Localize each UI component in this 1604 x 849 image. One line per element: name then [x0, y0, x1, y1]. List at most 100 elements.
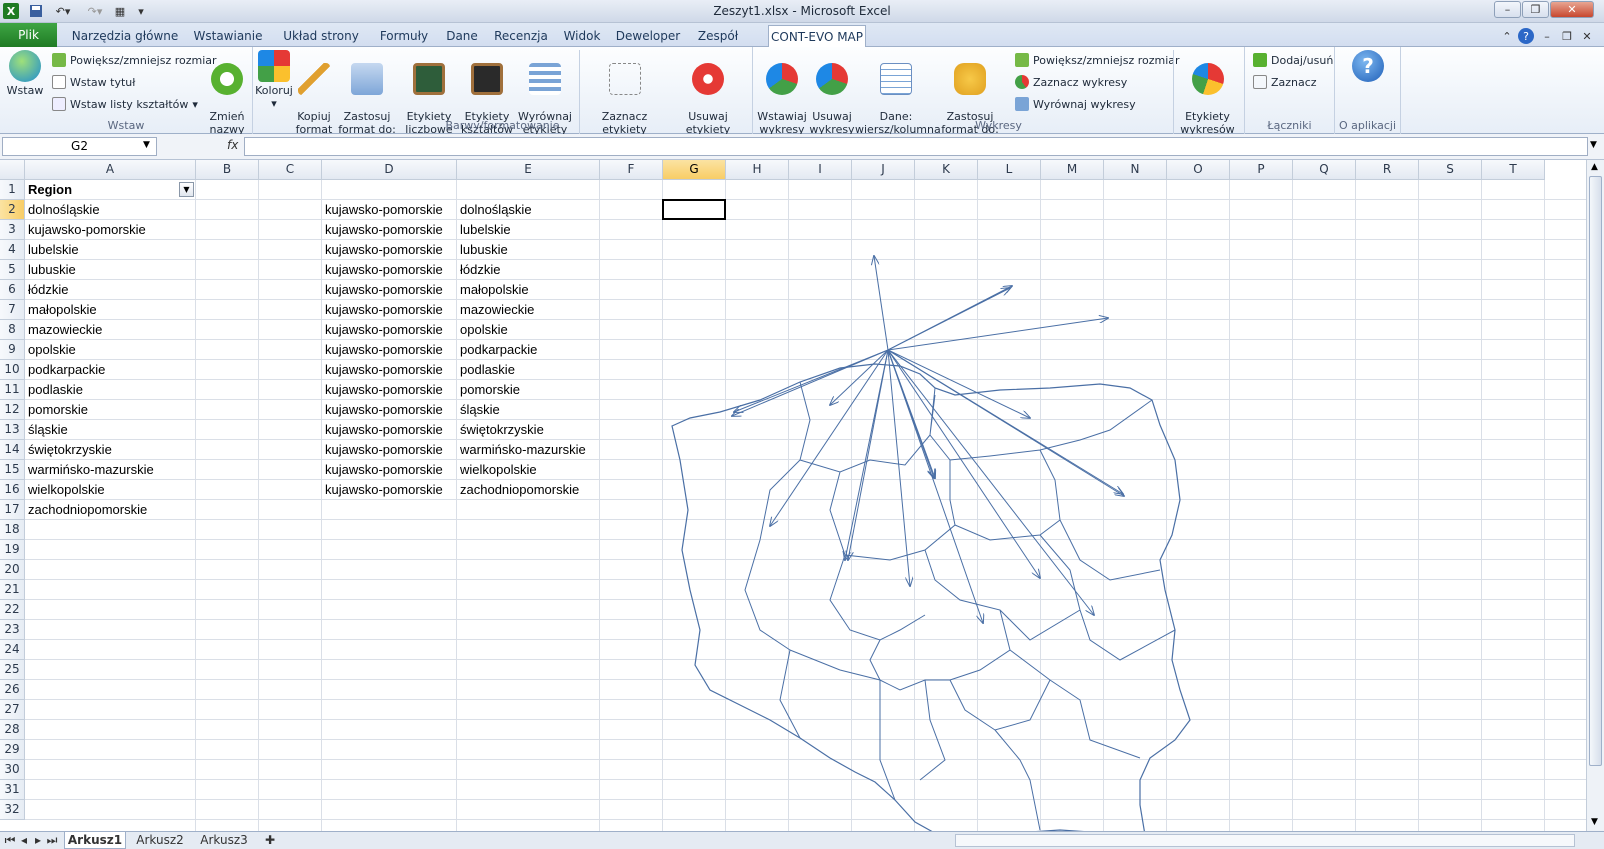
brush-icon [298, 63, 330, 95]
group-label-laczniki: Łączniki [1267, 119, 1312, 132]
expand-formula-icon[interactable]: ▼ [1590, 140, 1597, 150]
flow-arrow [887, 318, 1108, 351]
region-borders [744, 381, 1176, 831]
align-charts-button[interactable]: Wyrównaj wykresy [1015, 95, 1136, 113]
tab-cont-evo-map[interactable]: CONT-EVO MAP [768, 25, 866, 48]
scroll-up-icon[interactable]: ▲ [1591, 162, 1598, 172]
poland-flow-map[interactable] [0, 160, 1586, 831]
tab-view[interactable]: Widok [556, 25, 608, 47]
sheet-tab-bar: ⏮ ◂ ▸ ⏭ Arkusz1 Arkusz2 Arkusz3 ✚ [0, 831, 1604, 849]
select-connector-button[interactable]: Zaznacz [1253, 73, 1317, 91]
sheet-nav-last-icon[interactable]: ⏭ [46, 832, 58, 849]
sheet-tab-arkusz2[interactable]: Arkusz2 [130, 832, 190, 849]
help-icon[interactable]: ? [1518, 28, 1534, 44]
chart-resize-label: Powiększ/zmniejsz rozmiar [1033, 53, 1180, 67]
formula-bar: G2 ▼ fx ▼ [0, 134, 1604, 160]
ribbon: Wstaw Powiększ/zmniejsz rozmiar Wstaw ty… [0, 47, 1604, 149]
refresh-icon [211, 63, 243, 95]
flow-arrow [887, 349, 910, 586]
sheet-tab-arkusz3[interactable]: Arkusz3 [194, 832, 254, 849]
select-cursor-icon [608, 63, 641, 95]
window-title: Zeszyt1.xlsx - Microsoft Excel [713, 4, 891, 18]
tab-home[interactable]: Narzędzia główne [66, 25, 184, 47]
flow-arrow [887, 349, 1040, 578]
insert-function-icon[interactable]: fx [227, 138, 238, 152]
resize-button[interactable]: Powiększ/zmniejsz rozmiar [52, 51, 217, 69]
align-charts-label: Wyrównaj wykresy [1033, 97, 1136, 111]
name-box-dropdown-icon[interactable]: ▼ [143, 140, 150, 150]
tab-insert[interactable]: Wstawianie [186, 25, 270, 47]
add-remove-connector-label: Dodaj/usuń [1271, 53, 1334, 67]
select-charts-label: Zaznacz wykresy [1033, 75, 1128, 89]
dropdown-arrow-icon: ▾ [192, 97, 198, 111]
window-close-icon[interactable]: ✕ [1580, 28, 1594, 44]
group-wstaw: Wstaw Powiększ/zmniejsz rozmiar Wstaw ty… [0, 47, 253, 136]
tab-developer[interactable]: Deweloper [610, 25, 686, 47]
vertical-scrollbar[interactable]: ▲ ▼ [1586, 160, 1604, 831]
hand-icon [954, 63, 986, 95]
sheet-nav-prev-icon[interactable]: ◂ [18, 832, 30, 849]
minimize-button[interactable]: – [1494, 1, 1521, 18]
flow-arrow [874, 256, 889, 351]
sheet-nav-first-icon[interactable]: ⏮ [4, 832, 16, 849]
connector-select-icon [1253, 75, 1267, 89]
window-restore-icon[interactable]: ❐ [1560, 28, 1574, 44]
about-button[interactable]: ? [1349, 50, 1387, 84]
chart-labels-icon [1191, 63, 1224, 95]
list-icon [52, 97, 66, 111]
help-icon: ? [1352, 50, 1384, 82]
flow-arrow [887, 349, 1094, 615]
colorize-label: Koloruj [255, 84, 293, 97]
ribbon-tab-bar: Plik Narzędzia główne Wstawianie Układ s… [0, 23, 1604, 48]
tab-formulas[interactable]: Formuły [372, 25, 436, 47]
restore-button[interactable]: ❐ [1522, 1, 1549, 18]
group-label-wykresy: Wykresy [975, 119, 1022, 132]
group-label-about: O aplikacji [1338, 119, 1397, 132]
sheet-nav-next-icon[interactable]: ▸ [32, 832, 44, 849]
window-min-icon[interactable]: – [1540, 28, 1554, 44]
group-laczniki: Dodaj/usuń Zaznacz Łączniki [1245, 47, 1335, 134]
table-icon [880, 63, 912, 95]
resize-label: Powiększ/zmniejsz rozmiar [70, 53, 217, 67]
collapse-ribbon-icon[interactable]: ⌃ [1500, 28, 1514, 44]
dropdown-arrow-icon: ▾ [271, 97, 277, 110]
scroll-down-icon[interactable]: ▼ [1591, 817, 1598, 827]
insert-shapes-list-button[interactable]: Wstaw listy kształtów ▾ [52, 95, 198, 113]
group-label-barwy: Barwy/formatowanie [445, 119, 560, 132]
align-icon [529, 63, 561, 95]
flow-arrow [732, 349, 889, 416]
group-label-wstaw: Wstaw [107, 119, 145, 132]
insert-shapes-label: Wstaw listy kształtów [70, 97, 189, 111]
group-about: ? O aplikacji [1335, 47, 1401, 134]
scroll-thumb[interactable] [1589, 176, 1602, 766]
colorize-button[interactable]: Koloruj ▾ [255, 50, 293, 110]
tab-team[interactable]: Zespół [688, 25, 748, 47]
checkmark-icon [351, 63, 383, 95]
add-remove-connector-button[interactable]: Dodaj/usuń [1253, 51, 1333, 69]
poland-outline [671, 363, 1191, 831]
tab-review[interactable]: Recenzja [488, 25, 554, 47]
tab-file[interactable]: Plik [0, 23, 57, 47]
palette-icon [258, 50, 290, 82]
insert-title-button[interactable]: Wstaw tytuł [52, 73, 135, 91]
formula-input[interactable] [244, 137, 1588, 156]
tab-data[interactable]: Dane [438, 25, 486, 47]
name-box[interactable]: G2 [2, 137, 157, 156]
flow-arrow [887, 349, 1123, 494]
insert-map-label: Wstaw [6, 84, 44, 97]
insert-map-button[interactable]: Wstaw [4, 50, 46, 97]
insert-sheet-icon[interactable]: ✚ [260, 832, 280, 849]
horizontal-scrollbar[interactable] [955, 834, 1575, 847]
select-charts-button[interactable]: Zaznacz wykresy [1015, 73, 1127, 91]
tab-page-layout[interactable]: Układ strony [272, 25, 370, 47]
close-button[interactable]: ✕ [1550, 1, 1594, 18]
pie-remove-icon [816, 63, 848, 95]
resize-icon [52, 53, 66, 67]
globe-icon [9, 50, 41, 82]
worksheet-grid[interactable]: ABCDEFGHIJKLMNOPQRST 1 2 3 4 5 6 7 8 9 10 11 12 13 14… [0, 160, 1586, 831]
select-connector-label: Zaznacz [1271, 75, 1317, 89]
sheet-tab-arkusz1[interactable]: Arkusz1 [64, 832, 126, 849]
title-icon [52, 75, 66, 89]
align-charts-icon [1015, 97, 1029, 111]
chart-resize-button[interactable]: Powiększ/zmniejsz rozmiar [1015, 51, 1180, 69]
